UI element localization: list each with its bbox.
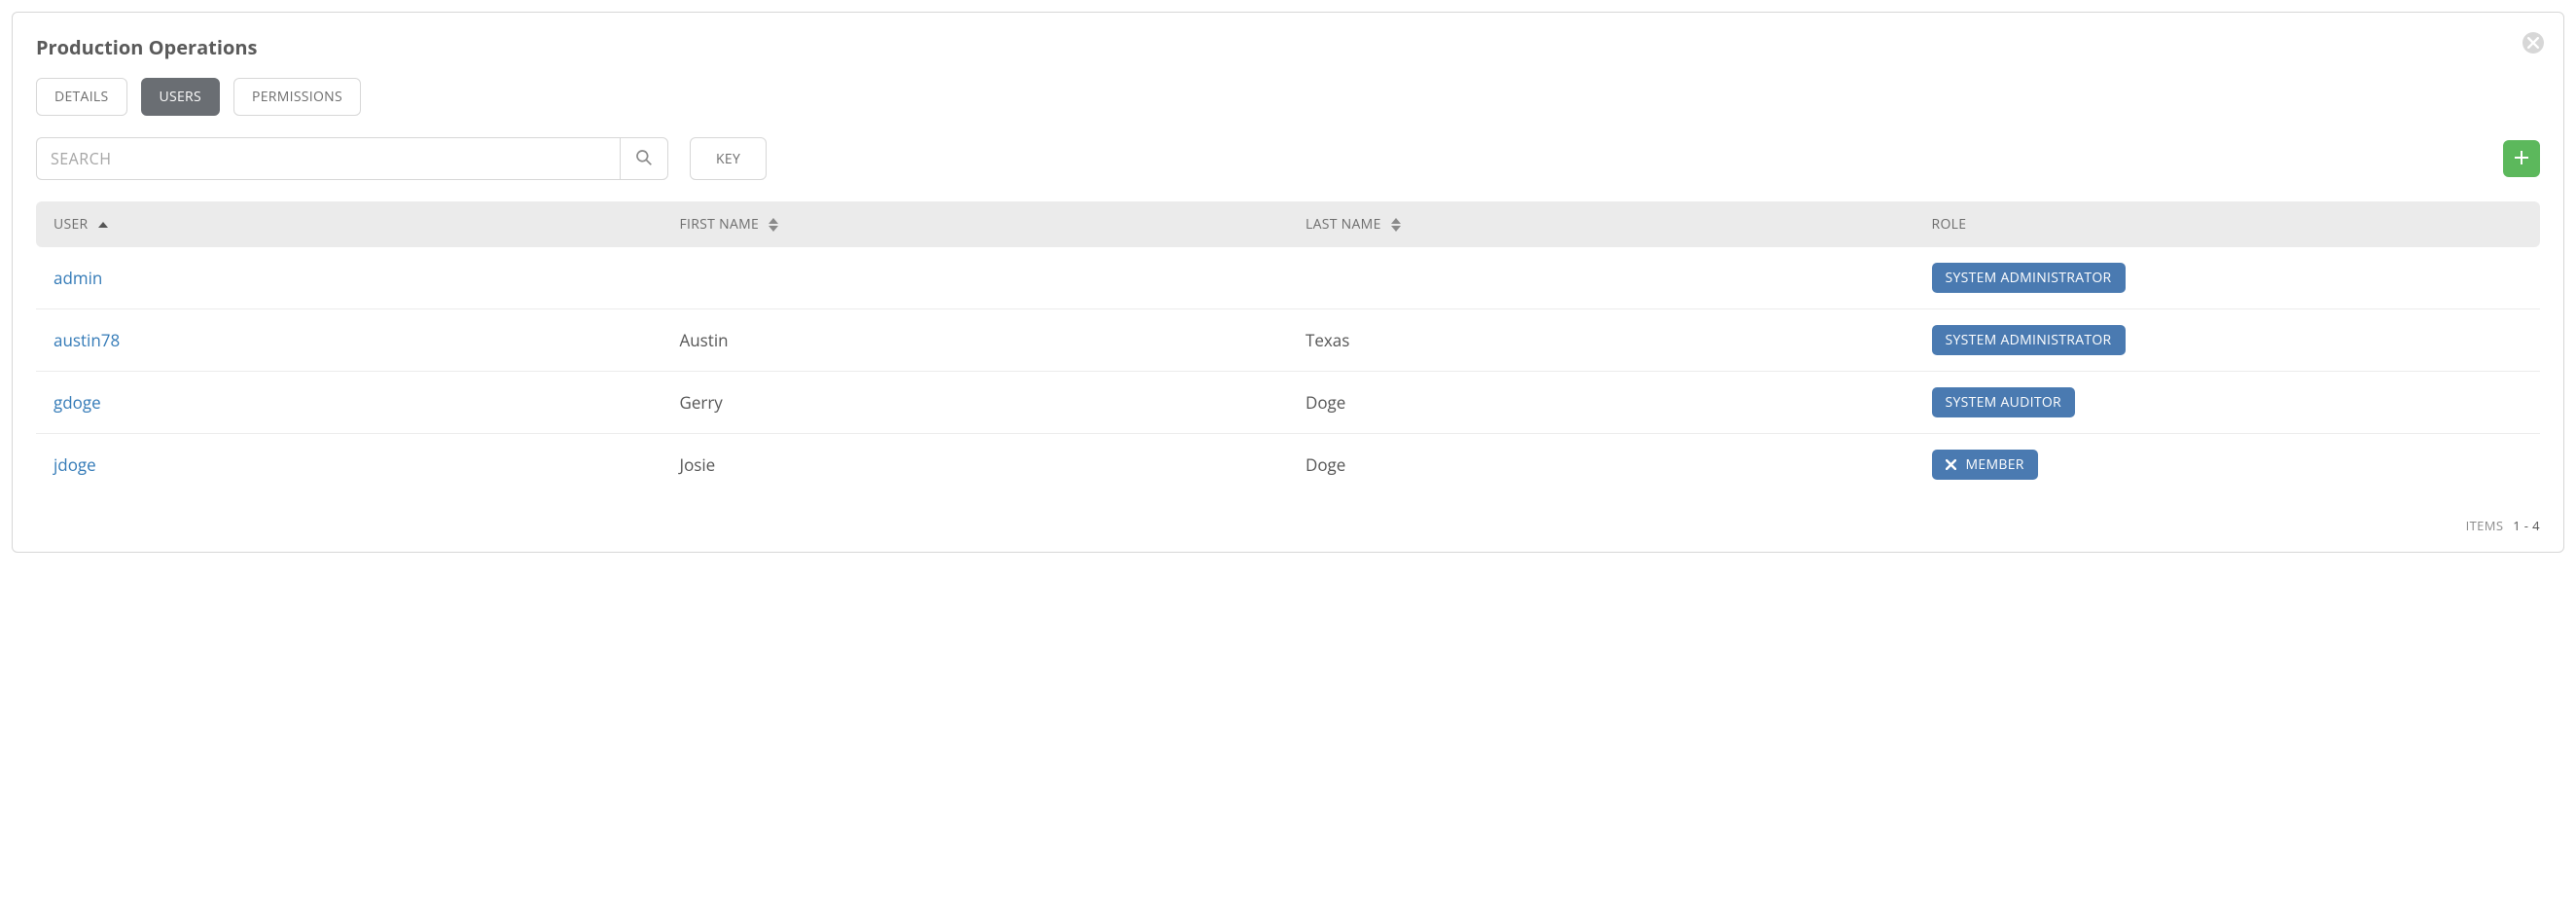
table-row: gdoge GerryDoge SYSTEM AUDITOR	[36, 372, 2540, 434]
first-name-cell	[662, 247, 1289, 309]
user-link[interactable]: jdoge	[54, 453, 96, 476]
tab-users[interactable]: USERS	[141, 78, 220, 116]
tabs: DETAILS USERS PERMISSIONS	[36, 78, 2540, 116]
last-name-cell	[1288, 247, 1914, 309]
user-link[interactable]: austin78	[54, 329, 120, 351]
column-header-label: USER	[54, 215, 89, 234]
close-icon[interactable]	[2522, 32, 2544, 54]
table-row: jdoge JosieDoge MEMBER	[36, 434, 2540, 496]
toolbar: KEY	[36, 137, 2540, 180]
pagination-label: ITEMS	[2466, 517, 2504, 534]
key-button[interactable]: KEY	[690, 137, 767, 180]
sort-icon	[769, 218, 778, 232]
role-badge: SYSTEM AUDITOR	[1932, 387, 2075, 417]
table-row: admin SYSTEM ADMINISTRATOR	[36, 247, 2540, 309]
tab-permissions[interactable]: PERMISSIONS	[233, 78, 361, 116]
first-name-cell: Austin	[662, 309, 1289, 372]
column-header-role: ROLE	[1932, 215, 1967, 234]
role-badge: MEMBER	[1932, 450, 2038, 480]
last-name-cell: Doge	[1288, 434, 1914, 496]
role-label: MEMBER	[1966, 455, 2024, 474]
column-header-label: FIRST NAME	[680, 215, 760, 234]
search-group	[36, 137, 668, 180]
sort-icon	[1391, 218, 1401, 232]
last-name-cell: Texas	[1288, 309, 1914, 372]
role-badge: SYSTEM ADMINISTRATOR	[1932, 263, 2126, 293]
search-icon	[635, 149, 653, 169]
column-header-label: ROLE	[1932, 215, 1967, 234]
sort-asc-icon	[98, 222, 108, 228]
role-label: SYSTEM ADMINISTRATOR	[1946, 269, 2112, 287]
first-name-cell: Josie	[662, 434, 1289, 496]
add-button[interactable]	[2503, 140, 2540, 177]
role-badge: SYSTEM ADMINISTRATOR	[1932, 325, 2126, 355]
column-header-user[interactable]: USER	[54, 215, 108, 234]
user-link[interactable]: gdoge	[54, 391, 101, 414]
last-name-cell: Doge	[1288, 372, 1914, 434]
column-header-label: LAST NAME	[1306, 215, 1381, 234]
panel: Production Operations DETAILS USERS PERM…	[12, 12, 2564, 553]
user-link[interactable]: admin	[54, 267, 102, 289]
role-label: SYSTEM AUDITOR	[1946, 393, 2061, 412]
search-button[interactable]	[620, 137, 668, 180]
table-row: austin78 AustinTexas SYSTEM ADMINISTRATOR	[36, 309, 2540, 372]
first-name-cell: Gerry	[662, 372, 1289, 434]
column-header-first-name[interactable]: FIRST NAME	[680, 215, 779, 234]
pagination-summary: ITEMS 1 - 4	[36, 517, 2540, 534]
role-label: SYSTEM ADMINISTRATOR	[1946, 331, 2112, 349]
pagination-range: 1 - 4	[2513, 517, 2540, 534]
panel-title: Production Operations	[36, 34, 2540, 60]
plus-icon	[2514, 150, 2529, 168]
remove-role-icon[interactable]	[1946, 459, 1956, 470]
search-input[interactable]	[36, 137, 620, 180]
tab-details[interactable]: DETAILS	[36, 78, 127, 116]
column-header-last-name[interactable]: LAST NAME	[1306, 215, 1401, 234]
users-table: USER FIRST NAME	[36, 201, 2540, 495]
